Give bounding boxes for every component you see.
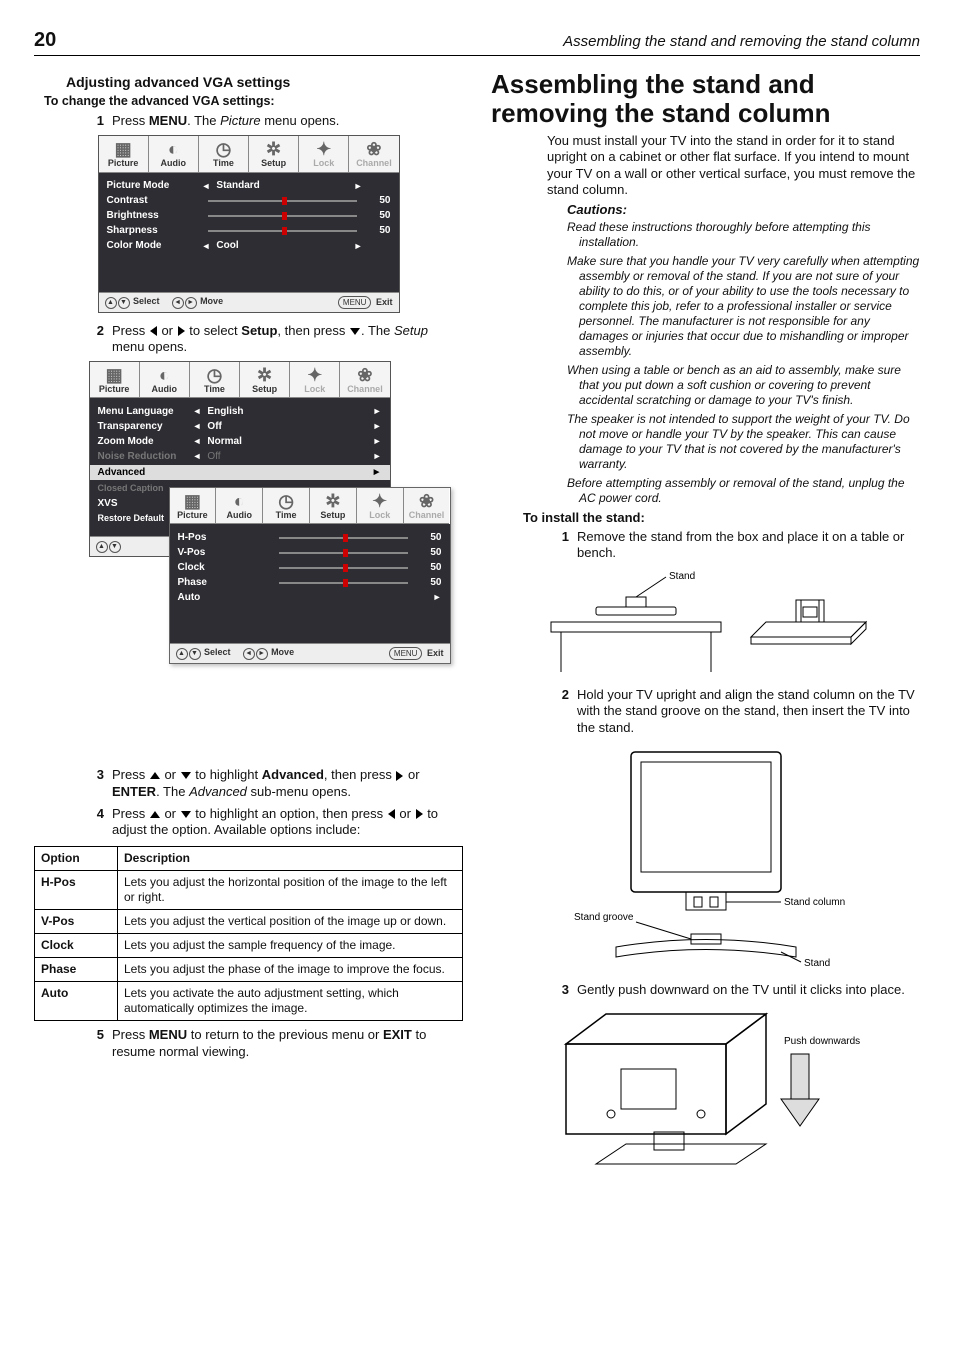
label-stand-groove: Stand groove [574, 912, 634, 923]
osd-tab-picture: ▦Picture [99, 136, 149, 172]
down-arrow-icon [350, 328, 360, 335]
right-arrow-icon [178, 326, 185, 336]
left-step-2: 2 Press or to select Setup, then press .… [82, 323, 463, 356]
diagram-stand-on-table: Stand [491, 567, 920, 677]
table-row: H-Pos [35, 871, 118, 910]
page-header: 20 Assembling the stand and removing the… [34, 28, 920, 56]
right-step-3: 3 Gently push downward on the TV until i… [547, 982, 920, 998]
step-text: Press MENU. The Picture menu opens. [112, 113, 463, 129]
left-step-3: 3 Press or to highlight Advanced, then p… [82, 767, 463, 800]
left-heading: Adjusting advanced VGA settings [66, 74, 463, 92]
right-step-2: 2 Hold your TV upright and align the sta… [547, 687, 920, 736]
running-head: Assembling the stand and removing the st… [563, 33, 920, 52]
osd-picture-menu: ▦Picture ◐Audio ◷Time ✲Setup ✦Lock ❀Chan… [98, 135, 400, 312]
osd-advanced-submenu: ▦Picture ◐Audio ◷Time ✲Setup ✦Lock ❀Chan… [169, 487, 451, 664]
section-intro: You must install your TV into the stand … [547, 133, 920, 198]
right-column: Assembling the stand and removing the st… [491, 70, 920, 1214]
install-heading: To install the stand: [523, 510, 920, 526]
vga-options-table: OptionDescription H-PosLets you adjust t… [34, 846, 463, 1021]
page-number: 20 [34, 28, 56, 53]
label-stand: Stand [669, 571, 695, 582]
caution-item: When using a table or bench as an aid to… [567, 363, 920, 408]
left-step-4: 4 Press or to highlight an option, then … [82, 806, 463, 839]
caution-item: The speaker is not intended to support t… [567, 412, 920, 472]
cautions-heading: Cautions: [567, 202, 920, 218]
right-arrow-icon [396, 771, 403, 781]
label-push-downwards: Push downwards [784, 1036, 860, 1047]
left-step-1: 1 Press MENU. The Picture menu opens. [82, 113, 463, 129]
label-stand: Stand [804, 958, 830, 969]
section-title: Assembling the stand and removing the st… [491, 70, 920, 127]
diagram-align-stand: Stand column Stand groove Stand [491, 742, 920, 972]
up-arrow-icon [150, 772, 160, 779]
label-stand-column: Stand column [784, 897, 845, 908]
caution-item: Before attempting assembly or removal of… [567, 476, 920, 506]
down-arrow-icon [181, 772, 191, 779]
caution-item: Read these instructions thoroughly befor… [567, 220, 920, 250]
caution-item: Make sure that you handle your TV very c… [567, 254, 920, 359]
right-step-1: 1 Remove the stand from the box and plac… [547, 529, 920, 562]
diagram-push-down: Push downwards [491, 1004, 920, 1204]
left-step-5: 5 Press MENU to return to the previous m… [82, 1027, 463, 1060]
left-column: Adjusting advanced VGA settings To chang… [34, 70, 463, 1214]
left-lead: To change the advanced VGA settings: [44, 94, 463, 110]
step-number: 1 [82, 113, 112, 129]
left-arrow-icon [150, 326, 157, 336]
